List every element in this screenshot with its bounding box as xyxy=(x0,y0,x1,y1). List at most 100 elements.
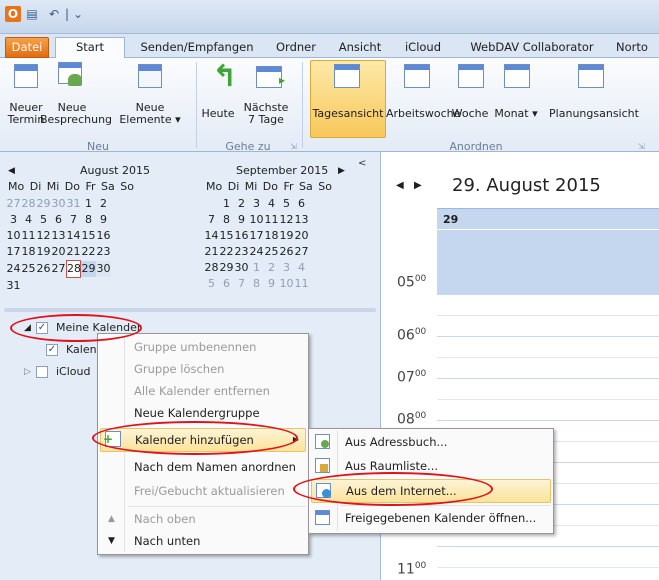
calendar-day[interactable]: 8 xyxy=(81,212,96,228)
calendar-day[interactable]: 21 xyxy=(204,244,219,260)
calendar-day[interactable]: 3 xyxy=(249,196,264,212)
tab-icloud[interactable]: iCloud xyxy=(398,38,448,58)
calendar-label[interactable]: Kalender xyxy=(66,343,98,356)
menu-item-move-down[interactable]: ▼ Nach unten xyxy=(100,530,306,554)
send-receive-icon[interactable]: ▤ xyxy=(24,6,40,22)
calendar-day[interactable]: 24 xyxy=(249,244,264,260)
calendar-day[interactable]: 28 xyxy=(66,260,81,278)
calendar-day[interactable]: 4 xyxy=(264,196,279,212)
schedule-view-button[interactable]: Planungsansicht xyxy=(542,108,646,120)
next-7-days-button[interactable]: Nächste 7 Tage xyxy=(240,102,292,126)
icloud-checkbox[interactable] xyxy=(36,366,48,378)
calendar-day[interactable]: 26 xyxy=(279,244,294,260)
pane-splitter[interactable] xyxy=(4,308,376,312)
calendar-day[interactable]: 29 xyxy=(81,261,96,277)
calendar-day[interactable]: 4 xyxy=(294,260,309,276)
calendar-day[interactable]: 26 xyxy=(36,261,51,277)
calendar-day[interactable]: 28 xyxy=(21,196,36,212)
submenu-item-open-shared[interactable]: Freigegebenen Kalender öffnen... xyxy=(311,507,551,531)
calendar-day[interactable]: 3 xyxy=(6,212,21,228)
calendar-day[interactable]: 21 xyxy=(66,244,81,260)
calendar-day[interactable]: 25 xyxy=(21,261,36,277)
calendar-day[interactable]: 4 xyxy=(21,212,36,228)
collapse-pane-icon[interactable]: < xyxy=(358,158,366,169)
calendar-day[interactable]: 27 xyxy=(6,196,21,212)
calendar-day[interactable]: 12 xyxy=(279,212,294,228)
icloud-label[interactable]: iCloud xyxy=(56,365,90,378)
menu-item-rename-group[interactable]: Gruppe umbenennen xyxy=(134,336,256,360)
calendar-day[interactable]: 23 xyxy=(234,244,249,260)
calendar-day[interactable]: 19 xyxy=(279,228,294,244)
calendar-day[interactable]: 24 xyxy=(6,261,21,277)
prev-month-icon[interactable]: ◀ xyxy=(8,166,15,176)
calendar-day[interactable]: 5 xyxy=(204,276,219,292)
calendar-day[interactable]: 5 xyxy=(36,212,51,228)
calendar-day[interactable]: 2 xyxy=(234,196,249,212)
collapse-arrow-icon[interactable]: ▷ xyxy=(24,367,31,377)
calendar-day[interactable]: 30 xyxy=(96,261,111,277)
calendar-day[interactable]: 17 xyxy=(6,244,21,260)
calendar-day[interactable]: 1 xyxy=(81,196,96,212)
calendar-day[interactable]: 7 xyxy=(66,212,81,228)
menu-item-update-freebusy[interactable]: Frei/Gebucht aktualisieren xyxy=(134,480,285,504)
calendar-day[interactable]: 7 xyxy=(204,212,219,228)
calendar-day[interactable]: 10 xyxy=(249,212,264,228)
tab-send-receive[interactable]: Senden/Empfangen xyxy=(135,38,259,58)
calendar-day[interactable]: 17 xyxy=(249,228,264,244)
calendar-day[interactable]: 10 xyxy=(6,228,21,244)
calendar-day[interactable]: 16 xyxy=(96,228,111,244)
calendar-day[interactable]: 2 xyxy=(264,260,279,276)
dialog-launcher-icon[interactable]: ⇲ xyxy=(638,142,645,151)
calendar-day[interactable]: 6 xyxy=(294,196,309,212)
calendar-checkbox[interactable]: ✓ xyxy=(46,344,58,356)
calendar-day[interactable]: 9 xyxy=(234,212,249,228)
calendar-day[interactable]: 18 xyxy=(21,244,36,260)
month-button[interactable]: Monat ▾ xyxy=(490,108,542,120)
calendar-day[interactable]: 11 xyxy=(21,228,36,244)
calendar-day[interactable]: 22 xyxy=(219,244,234,260)
calendar-day[interactable]: 19 xyxy=(36,244,51,260)
calendar-day[interactable]: 20 xyxy=(294,228,309,244)
tab-folder[interactable]: Ordner xyxy=(270,38,322,58)
calendar-day[interactable]: 11 xyxy=(294,276,309,292)
calendar-day[interactable]: 23 xyxy=(96,244,111,260)
tab-norton[interactable]: Norto xyxy=(616,38,659,58)
sep-mini-calendar[interactable]: 1 2 3 4 5 6 7 8 9 10111213 14151617181920 212223242… xyxy=(204,196,384,292)
calendar-day[interactable]: 15 xyxy=(219,228,234,244)
calendar-day[interactable]: 29 xyxy=(36,196,51,212)
next-day-icon[interactable]: ▶ xyxy=(414,180,422,191)
calendar-day[interactable]: 12 xyxy=(36,228,51,244)
calendar-day[interactable]: 5 xyxy=(279,196,294,212)
calendar-day[interactable]: 8 xyxy=(219,212,234,228)
menu-item-delete-group[interactable]: Gruppe löschen xyxy=(134,358,224,382)
today-button[interactable]: Heute xyxy=(198,108,238,120)
calendar-day[interactable]: 30 xyxy=(51,196,66,212)
calendar-day[interactable]: 6 xyxy=(51,212,66,228)
calendar-day[interactable]: 22 xyxy=(81,244,96,260)
calendar-day[interactable]: 18 xyxy=(264,228,279,244)
undo-icon[interactable]: ↶ xyxy=(46,6,62,22)
day-view-button[interactable]: Tagesansicht xyxy=(310,108,386,120)
calendar-day[interactable]: 30 xyxy=(234,260,249,276)
day-header[interactable]: 29 xyxy=(437,208,659,294)
prev-day-icon[interactable]: ◀ xyxy=(396,180,404,191)
calendar-day[interactable]: 29 xyxy=(219,260,234,276)
calendar-day[interactable]: 7 xyxy=(234,276,249,292)
next-month-icon[interactable]: ▶ xyxy=(338,166,345,176)
aug-mini-calendar[interactable]: 2728293031 1 2 3 4 5 6 7 8 9 10111213141516 1718192… xyxy=(6,196,186,294)
calendar-day[interactable]: 27 xyxy=(51,261,66,277)
calendar-day[interactable]: 15 xyxy=(81,228,96,244)
new-items-button[interactable]: Neue Elemente ▾ xyxy=(112,102,188,126)
new-meeting-button[interactable]: Neue Besprechung xyxy=(40,102,112,126)
calendar-day[interactable]: 1 xyxy=(219,196,234,212)
menu-item-sort-by-name[interactable]: Nach dem Namen anordnen xyxy=(134,456,296,480)
calendar-day[interactable]: 9 xyxy=(264,276,279,292)
calendar-day[interactable]: 3 xyxy=(279,260,294,276)
calendar-day[interactable]: 13 xyxy=(51,228,66,244)
calendar-day[interactable]: 28 xyxy=(204,260,219,276)
calendar-day[interactable]: 27 xyxy=(294,244,309,260)
work-week-button[interactable]: Arbeitswoche xyxy=(386,108,460,120)
calendar-day[interactable]: 16 xyxy=(234,228,249,244)
tab-view[interactable]: Ansicht xyxy=(333,38,387,58)
calendar-day[interactable]: 11 xyxy=(264,212,279,228)
